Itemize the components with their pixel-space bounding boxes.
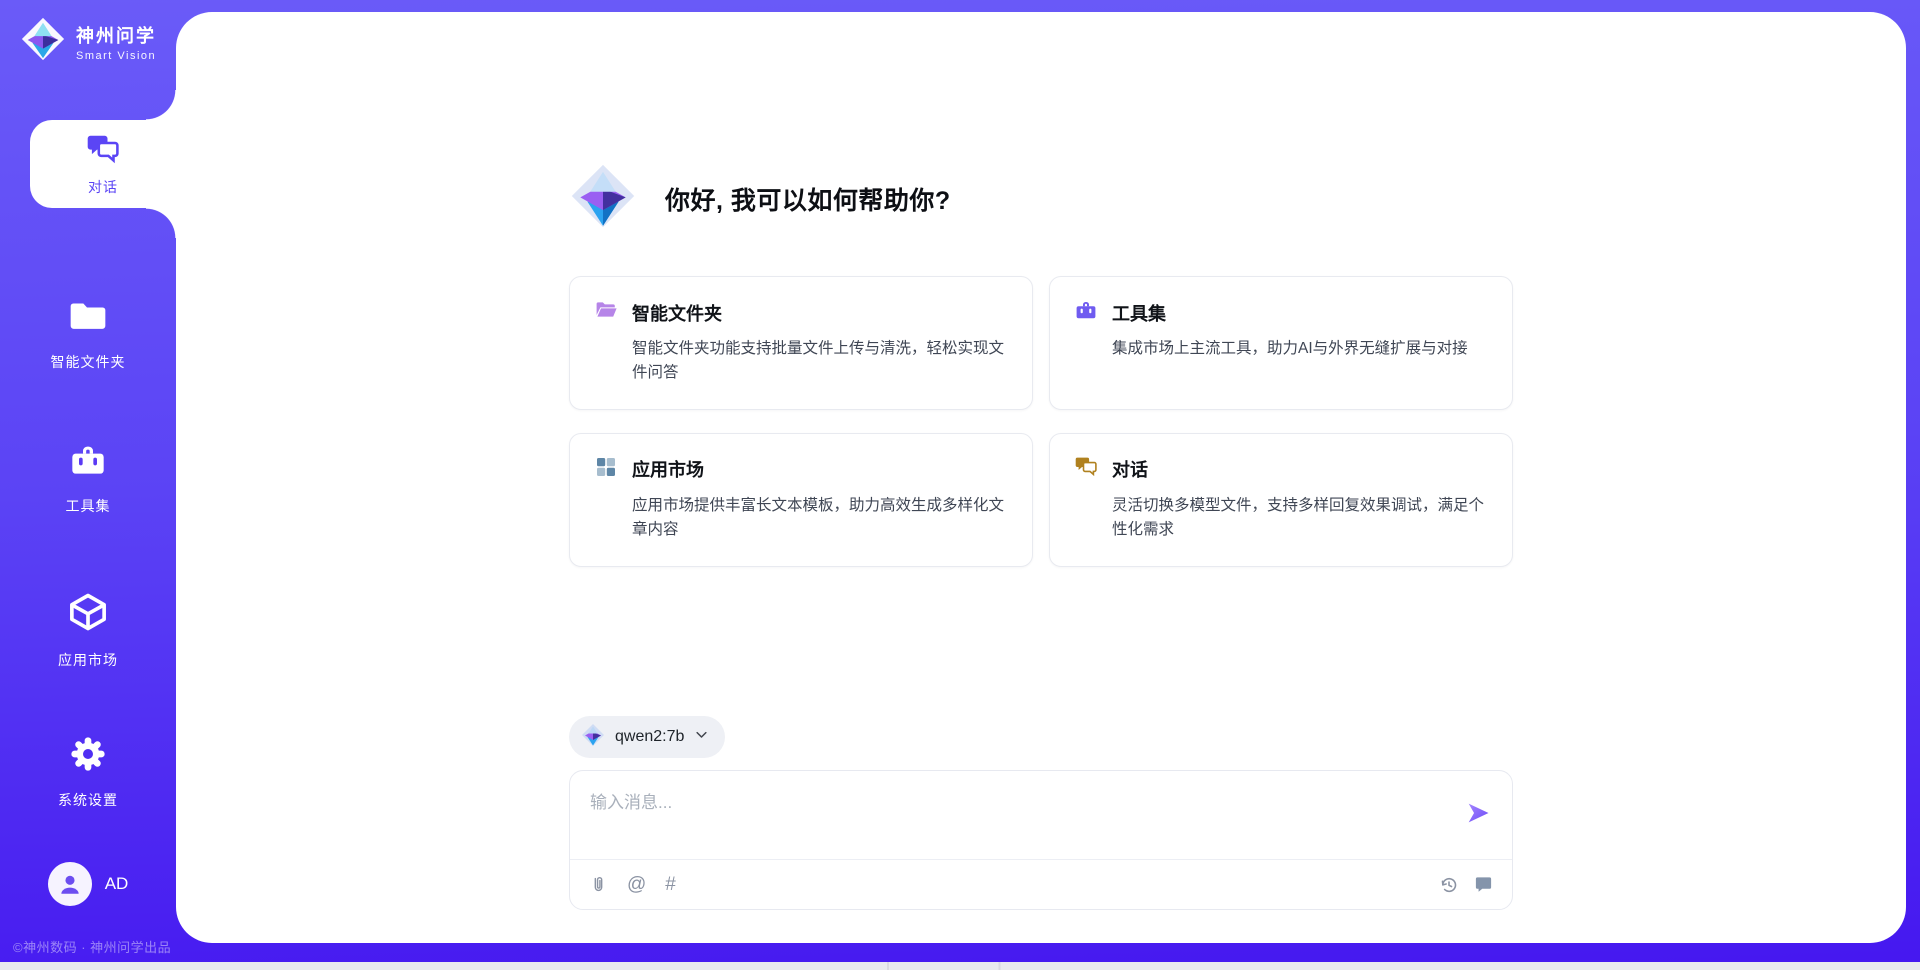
brand-logo: 神州问学 Smart Vision (20, 16, 156, 67)
sidebar-item-label: 智能文件夹 (51, 352, 126, 372)
sidebar-item-label: 工具集 (66, 496, 111, 516)
avatar (48, 862, 92, 906)
card-title: 智能文件夹 (632, 300, 722, 326)
brand-diamond-icon (20, 16, 66, 67)
comment-icon[interactable] (1474, 875, 1493, 894)
card-title: 工具集 (1112, 300, 1166, 326)
sidebar-item-app-market[interactable]: 应用市场 (0, 590, 176, 670)
card-description: 集成市场上主流工具，助力AI与外界无缝扩展与对接 (1112, 337, 1488, 361)
sidebar-item-settings[interactable]: 系统设置 (0, 734, 176, 810)
feature-cards: 智能文件夹 智能文件夹功能支持批量文件上传与清洗，轻松实现文件问答 工具集 (569, 276, 1513, 567)
sidebar-item-chat[interactable]: 对话 (30, 120, 176, 208)
main-content: 你好, 我可以如何帮助你? 智能文件夹 智能文件夹功能支持批量文件上传与清洗，轻… (176, 12, 1906, 943)
hashtag-icon[interactable]: # (665, 875, 676, 894)
sidebar-item-label: 对话 (88, 177, 118, 197)
sidebar: 神州问学 Smart Vision 对话 智能文件夹 (0, 0, 176, 970)
send-icon[interactable] (1464, 799, 1492, 827)
brand-diamond-icon (581, 723, 605, 752)
cube-icon (66, 590, 110, 639)
user-name: AD (105, 874, 129, 894)
message-composer: @ # (569, 770, 1513, 910)
sidebar-item-toolset[interactable]: 工具集 (0, 440, 176, 516)
card-description: 智能文件夹功能支持批量文件上传与清洗，轻松实现文件问答 (632, 337, 1008, 386)
card-description: 灵活切换多模型文件，支持多样回复效果调试，满足个性化需求 (1112, 494, 1488, 543)
card-chat[interactable]: 对话 灵活切换多模型文件，支持多样回复效果调试，满足个性化需求 (1049, 433, 1513, 567)
chat-bubbles-icon (85, 131, 121, 172)
card-description: 应用市场提供丰富长文本模板，助力高效生成多样化文章内容 (632, 494, 1008, 543)
sidebar-item-label: 应用市场 (58, 650, 118, 670)
chevron-down-icon (694, 727, 709, 747)
card-app-market[interactable]: 应用市场 应用市场提供丰富长文本模板，助力高效生成多样化文章内容 (569, 433, 1033, 567)
copyright: ©神州数码 · 神州问学出品 (13, 937, 171, 956)
folder-open-icon (594, 298, 618, 327)
composer-toolbar: @ # (570, 859, 1512, 909)
greeting-title: 你好, 我可以如何帮助你? (665, 181, 951, 217)
model-selector[interactable]: qwen2:7b (569, 716, 725, 758)
message-input[interactable] (590, 788, 1428, 846)
brand-subtitle: Smart Vision (76, 50, 156, 62)
card-title: 应用市场 (632, 456, 704, 482)
window-bottom-strip (0, 962, 1920, 970)
toolbox-icon (1074, 298, 1098, 327)
brand-title: 神州问学 (76, 22, 156, 48)
app-grid-icon (594, 455, 618, 484)
paperclip-icon[interactable] (589, 875, 608, 894)
user-profile[interactable]: AD (0, 862, 176, 906)
chat-bubbles-icon (1074, 455, 1098, 484)
sidebar-item-smart-folder[interactable]: 智能文件夹 (0, 296, 176, 372)
mention-icon[interactable]: @ (627, 875, 646, 894)
toolbox-icon (68, 440, 108, 485)
folder-icon (68, 296, 108, 341)
card-smart-folder[interactable]: 智能文件夹 智能文件夹功能支持批量文件上传与清洗，轻松实现文件问答 (569, 276, 1033, 410)
card-toolset[interactable]: 工具集 集成市场上主流工具，助力AI与外界无缝扩展与对接 (1049, 276, 1513, 410)
history-icon[interactable] (1439, 875, 1459, 895)
gear-icon (68, 734, 108, 779)
model-name: qwen2:7b (615, 728, 684, 746)
sidebar-item-label: 系统设置 (58, 790, 118, 810)
brand-diamond-icon (569, 162, 637, 235)
greeting-row: 你好, 我可以如何帮助你? (569, 162, 951, 235)
card-title: 对话 (1112, 456, 1148, 482)
